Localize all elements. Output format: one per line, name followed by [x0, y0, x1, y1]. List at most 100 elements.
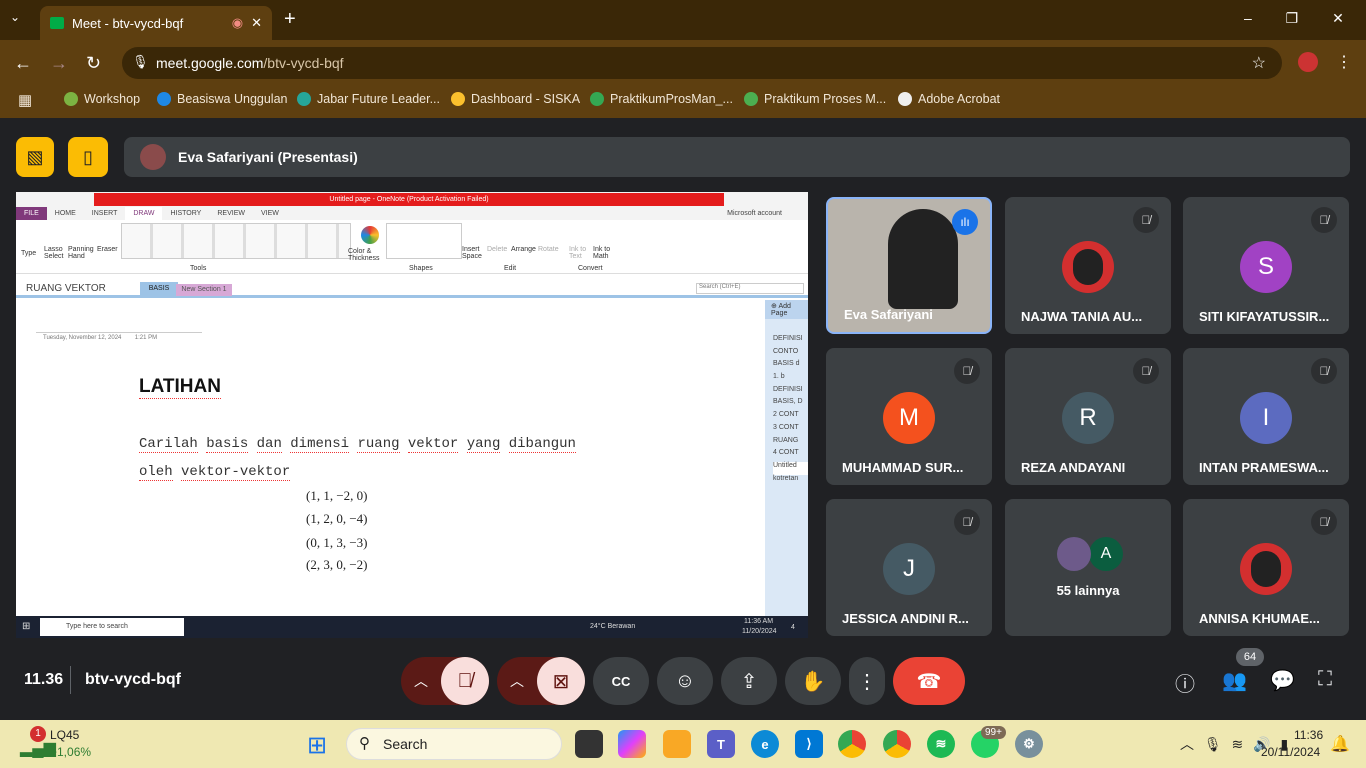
page-list-item[interactable]: 2 CONT [773, 411, 808, 424]
window-controls[interactable]: – ❐ ✕ [1244, 10, 1344, 27]
spotify-icon[interactable]: ≋ [927, 730, 955, 758]
insert-space[interactable]: Insert Space [462, 246, 482, 260]
color-thickness-button[interactable]: Color & Thickness [348, 248, 382, 262]
address-bar[interactable]: 🎙 meet.google.com/btv-vycd-bqf ☆ [122, 47, 1282, 79]
participant-tile[interactable]: S 🎙̸ SITI KIFAYATUSSIR... [1183, 197, 1349, 334]
eraser-tool[interactable]: Eraser [97, 246, 118, 253]
video-options-chevron-icon[interactable]: ︿ [497, 671, 537, 691]
ribbon-tab[interactable]: HOME [47, 210, 84, 217]
account[interactable]: Microsoft account [727, 210, 808, 217]
pen-gallery[interactable] [121, 223, 351, 259]
bookmark-star-icon[interactable]: ☆ [1252, 53, 1266, 73]
bookmark-item[interactable]: Adobe Acrobat [898, 92, 1000, 106]
ink-to-math[interactable]: Ink to Math [593, 246, 611, 260]
settings-icon[interactable]: ⚙ [1015, 730, 1043, 758]
panning-tool[interactable]: Panning Hand [68, 246, 94, 260]
chrome-icon[interactable] [838, 730, 866, 758]
windows-start-icon[interactable]: ⊞ [22, 621, 30, 632]
page-list-item[interactable]: BASIS d [773, 360, 808, 373]
ribbon-tab[interactable]: VIEW [253, 210, 287, 217]
chrome-profile-icon[interactable] [883, 730, 911, 758]
info-icon[interactable]: ⓘ [1175, 668, 1195, 697]
page-list-item[interactable]: kotretan [773, 475, 808, 488]
ribbon-tab[interactable]: REVIEW [209, 210, 253, 217]
ribbon-tab[interactable]: FILE [16, 206, 47, 220]
forward-icon[interactable]: → [50, 53, 68, 74]
page-list-item[interactable]: DEFINISI [773, 386, 808, 399]
stock-name[interactable]: LQ45 [50, 728, 79, 742]
more-options-button[interactable]: ⋮ [849, 657, 885, 705]
new-tab-button[interactable]: + [284, 8, 296, 31]
windows-start-icon[interactable]: ⊞ [307, 731, 327, 760]
audio-options-chevron-icon[interactable]: ︿ [401, 671, 441, 691]
emoji-button[interactable]: ☺ [657, 657, 713, 705]
ribbon-tab[interactable]: INSERT [84, 210, 126, 217]
camera-off-button[interactable]: ⊠ [537, 657, 585, 705]
browser-tab-meet[interactable]: Meet - btv-vycd-bqf ◉ ✕ [40, 6, 272, 40]
participant-tile[interactable]: M 🎙̸ MUHAMMAD SUR... [826, 348, 992, 485]
task-view-icon[interactable] [575, 730, 603, 758]
page-list-item[interactable]: Untitled [773, 461, 808, 475]
participant-tile[interactable]: A 55 lainnya [1005, 499, 1171, 636]
delete[interactable]: Delete [487, 246, 507, 253]
copilot-icon[interactable] [618, 730, 646, 758]
bookmark-item[interactable]: Praktikum Proses M... [744, 92, 886, 106]
section-tab[interactable]: BASIS [140, 282, 178, 296]
page-list-item[interactable]: 4 CONT [773, 449, 808, 462]
lasso-tool[interactable]: Lasso Select [44, 246, 64, 260]
notebook-selector[interactable]: RUANG VEKTOR [26, 283, 106, 294]
rotate[interactable]: Rotate [538, 246, 559, 253]
tab-search-icon[interactable]: ⌄ [10, 10, 20, 24]
teams-icon[interactable]: T [707, 730, 735, 758]
ink-to-text[interactable]: Ink to Text [569, 246, 587, 260]
close-tab-icon[interactable]: ✕ [251, 15, 262, 31]
remote-search[interactable]: Type here to search [40, 618, 184, 636]
type-tool[interactable]: Type [21, 250, 36, 257]
present-button[interactable]: ⇪ [721, 657, 777, 705]
notification-bell-icon[interactable]: 🔔 [1330, 734, 1350, 754]
participant-tile[interactable]: 🎙̸ ANNISA KHUMAE... [1183, 499, 1349, 636]
mic-off-button[interactable]: 🎙̸ [441, 657, 489, 705]
shapes-gallery[interactable] [386, 223, 462, 259]
page-list-item[interactable]: BASIS, D [773, 398, 808, 411]
participant-tile[interactable]: R 🎙̸ REZA ANDAYANI [1005, 348, 1171, 485]
leave-call-button[interactable]: ☎ [893, 657, 965, 705]
reload-icon[interactable]: ↻ [86, 53, 101, 74]
menu-icon[interactable]: ⋮ [1336, 52, 1352, 72]
bookmark-item[interactable]: Jabar Future Leader... [297, 92, 440, 106]
hide-presentation-button[interactable]: ▧ [16, 137, 54, 177]
edge-icon[interactable]: e [751, 730, 779, 758]
profile-avatar[interactable] [1298, 52, 1318, 72]
onenote-search[interactable]: Search (Ctrl+E) [696, 283, 804, 294]
participant-tile[interactable]: J 🎙̸ JESSICA ANDINI R... [826, 499, 992, 636]
back-icon[interactable]: ← [14, 53, 32, 74]
captions-button[interactable]: CC [593, 657, 649, 705]
people-icon[interactable]: 👥 [1222, 668, 1247, 693]
page-list-item[interactable]: 1. b [773, 373, 808, 386]
participant-tile[interactable]: I 🎙̸ INTAN PRAMESWA... [1183, 348, 1349, 485]
participant-tile[interactable]: 🎙̸ NAJWA TANIA AU... [1005, 197, 1171, 334]
vscode-icon[interactable]: ⟩ [795, 730, 823, 758]
bookmark-item[interactable]: Workshop [64, 92, 140, 106]
page-list-item[interactable]: CONTO [773, 348, 808, 361]
page-list-item[interactable]: 3 CONT [773, 424, 808, 437]
ribbon-tab-active[interactable]: DRAW [125, 206, 163, 220]
bookmark-item[interactable]: Beasiswa Unggulan [157, 92, 288, 106]
taskbar-search[interactable]: ⚲ Search [346, 728, 562, 760]
arrange[interactable]: Arrange [511, 246, 536, 253]
section-tab[interactable]: New Section 1 [176, 284, 232, 296]
activities-icon[interactable]: ⛶ [1318, 668, 1332, 691]
site-info-icon[interactable]: 🎙 [132, 54, 149, 70]
ribbon-tab[interactable]: HISTORY [162, 210, 209, 217]
participant-tile[interactable]: ılı Eva Safariyani [826, 197, 992, 334]
apps-icon[interactable]: ▦ [18, 91, 32, 109]
chat-icon[interactable]: 💬 [1270, 668, 1295, 693]
bookmark-item[interactable]: PraktikumProsMan_... [590, 92, 733, 106]
add-page-button[interactable]: Add Page [771, 303, 791, 317]
layout-button[interactable]: ▯ [68, 137, 108, 177]
bookmark-item[interactable]: Dashboard - SISKA [451, 92, 580, 106]
file-explorer-icon[interactable] [663, 730, 691, 758]
page-list-item[interactable]: DEFINISI [773, 335, 808, 348]
raise-hand-button[interactable]: ✋ [785, 657, 841, 705]
page-list-item[interactable]: RUANG [773, 437, 808, 450]
